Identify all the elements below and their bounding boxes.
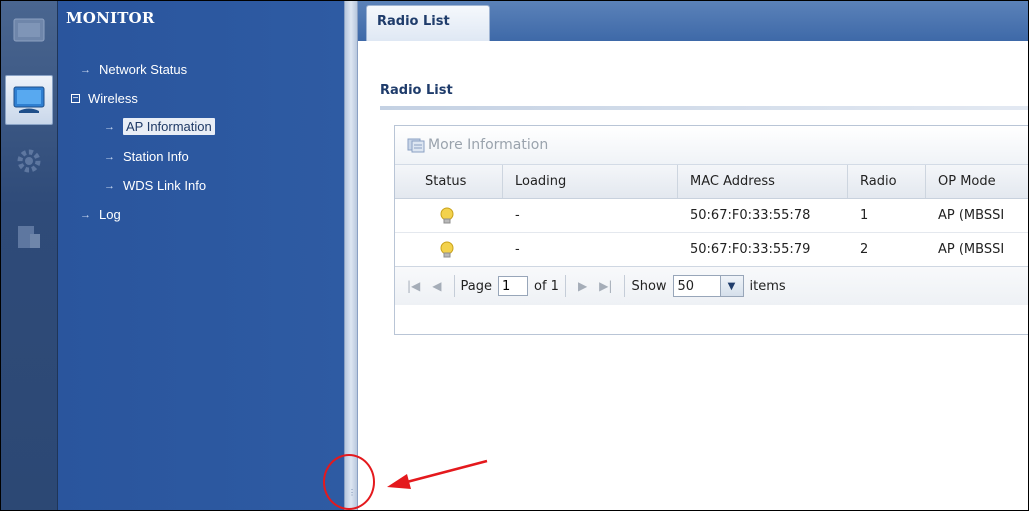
nav-item-ap-information[interactable]: → AP Information: [104, 118, 215, 135]
arrow-bullet-icon: →: [104, 150, 115, 163]
chevron-down-icon[interactable]: ▼: [719, 276, 743, 296]
arrow-bullet-icon: →: [80, 63, 91, 76]
status-cell: [395, 199, 503, 232]
nav-item-label: Station Info: [123, 149, 189, 164]
section-title: Radio List: [380, 83, 453, 98]
monitor-icon: [13, 86, 45, 113]
page-number-input[interactable]: [498, 276, 528, 296]
navigation-panel: MONITOR → Network Status − Wireless → AP…: [58, 1, 344, 510]
nav-item-label: Wireless: [88, 91, 138, 106]
dashboard-rail-button[interactable]: [5, 7, 53, 55]
pagination-bar: |◀ ◀ Page of 1 ▶ ▶| Show 50 ▼ items: [395, 266, 1028, 305]
section-divider: [380, 106, 1028, 110]
icon-rail: [1, 1, 58, 510]
nav-item-label: Log: [99, 207, 121, 222]
pager-separator: [624, 275, 626, 297]
loading-cell: -: [515, 242, 520, 257]
page-size-value: 50: [677, 278, 695, 294]
arrow-bullet-icon: →: [104, 120, 115, 133]
arrow-bullet-icon: →: [80, 208, 91, 221]
panel-splitter[interactable]: ⋮: [344, 1, 358, 510]
bulb-icon: [440, 207, 454, 223]
dashboard-icon: [13, 18, 45, 42]
first-page-icon[interactable]: |◀: [407, 279, 420, 293]
table-row[interactable]: - 50:67:F0:33:55:79 2 AP (MBSSI: [395, 233, 1028, 267]
table-row[interactable]: - 50:67:F0:33:55:78 1 AP (MBSSI: [395, 199, 1028, 233]
column-header-op-mode[interactable]: OP Mode: [926, 165, 1028, 198]
nav-item-station-info[interactable]: → Station Info: [104, 149, 189, 164]
maintenance-rail-button[interactable]: [5, 213, 53, 261]
main-content: Radio List Radio List More Information S: [358, 1, 1028, 510]
gear-icon: [17, 149, 41, 173]
annotation-circle: [323, 454, 375, 510]
grid-header: Status Loading MAC Address Radio OP Mode: [395, 165, 1028, 199]
radio-list-grid: More Information Status Loading MAC Addr…: [394, 125, 1028, 335]
next-page-icon[interactable]: ▶: [578, 279, 587, 293]
nav-item-network-status[interactable]: → Network Status: [80, 62, 187, 77]
nav-item-label: AP Information: [123, 118, 215, 135]
mac-address-cell: 50:67:F0:33:55:78: [690, 208, 811, 223]
tab-bar: Radio List: [358, 1, 1028, 41]
configuration-rail-button[interactable]: [5, 137, 53, 185]
radio-cell: 2: [860, 242, 869, 257]
app-frame: MONITOR → Network Status − Wireless → AP…: [0, 0, 1029, 511]
tools-icon: [18, 226, 40, 248]
more-information-label: More Information: [428, 137, 549, 153]
page-count-label: of 1: [534, 278, 559, 294]
pager-separator: [453, 275, 455, 297]
nav-item-label: WDS Link Info: [123, 178, 207, 193]
column-header-mac-address[interactable]: MAC Address: [678, 165, 848, 198]
pager-separator: [564, 275, 566, 297]
loading-cell: -: [515, 208, 520, 223]
column-header-radio[interactable]: Radio: [848, 165, 926, 198]
nav-item-log[interactable]: → Log: [80, 207, 121, 222]
show-label: Show: [631, 278, 667, 294]
column-header-loading[interactable]: Loading: [503, 165, 678, 198]
page-size-select[interactable]: 50 ▼: [672, 275, 744, 297]
nav-item-wireless[interactable]: − Wireless: [71, 91, 138, 106]
status-cell: [395, 233, 503, 266]
bulb-icon: [440, 241, 454, 257]
info-list-icon: [407, 138, 425, 153]
more-information-button[interactable]: More Information: [407, 137, 548, 153]
column-header-status[interactable]: Status: [395, 165, 503, 198]
op-mode-cell: AP (MBSSI: [938, 208, 1005, 223]
previous-page-icon[interactable]: ◀: [432, 279, 441, 293]
annotation-arrow-icon: [387, 459, 488, 489]
items-label: items: [749, 278, 786, 294]
monitor-rail-button[interactable]: [5, 75, 53, 125]
arrow-bullet-icon: →: [104, 179, 115, 192]
nav-title: MONITOR: [66, 9, 155, 27]
collapse-icon[interactable]: −: [71, 94, 80, 104]
op-mode-cell: AP (MBSSI: [938, 242, 1005, 257]
last-page-icon[interactable]: ▶|: [599, 279, 612, 293]
page-label: Page: [460, 278, 492, 294]
tab-label: Radio List: [377, 14, 450, 29]
mac-address-cell: 50:67:F0:33:55:79: [690, 242, 811, 257]
nav-item-label: Network Status: [99, 62, 188, 77]
nav-item-wds-link-info[interactable]: → WDS Link Info: [104, 178, 206, 193]
tab-radio-list[interactable]: Radio List: [366, 5, 490, 41]
radio-cell: 1: [860, 208, 869, 223]
grid-toolbar: More Information: [395, 126, 1028, 165]
